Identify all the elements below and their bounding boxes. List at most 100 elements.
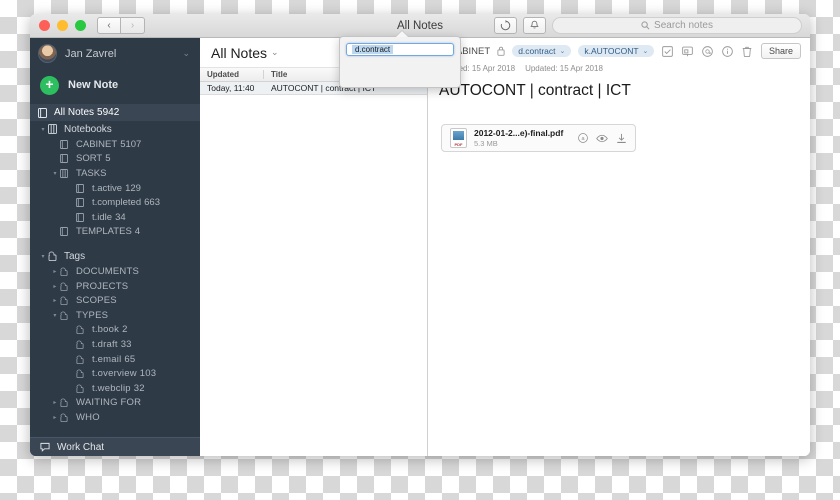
- search-icon: [641, 21, 650, 30]
- checkbox-icon[interactable]: [662, 45, 673, 57]
- account-name: Jan Zavrel: [65, 47, 117, 60]
- sidebar-item-t-email[interactable]: t.email 65: [30, 352, 200, 367]
- sidebar-item-types[interactable]: ▾ TYPES: [30, 308, 200, 323]
- notebooks-icon: [48, 124, 61, 134]
- sidebar-item-label: TEMPLATES: [76, 226, 132, 238]
- sidebar-item-count: 2: [122, 324, 128, 336]
- sidebar-item-t-book[interactable]: t.book 2: [30, 323, 200, 338]
- sidebar-section-tags[interactable]: ▾ Tags: [30, 248, 200, 264]
- preview-eye-icon[interactable]: [596, 134, 608, 143]
- sidebar-item-label: t.active: [92, 182, 123, 194]
- sidebar-item-t-idle[interactable]: t.idle 34: [30, 210, 200, 225]
- tag-icon: [60, 282, 73, 291]
- chevron-down-icon[interactable]: ⌄: [643, 47, 649, 55]
- chevron-down-icon[interactable]: ⌄: [182, 48, 190, 59]
- sidebar-item-count: 4: [134, 226, 141, 238]
- trash-icon[interactable]: [742, 46, 752, 57]
- attachment-size: 5.3 MB: [474, 138, 498, 148]
- annotate-icon[interactable]: a: [578, 133, 588, 143]
- search-input[interactable]: Search notes: [552, 17, 802, 34]
- column-header-title[interactable]: Title: [264, 70, 287, 79]
- work-chat-label: Work Chat: [57, 441, 105, 453]
- stack-icon: [60, 169, 73, 178]
- chevron-down-icon[interactable]: ⌄: [560, 47, 566, 55]
- sidebar-item-label: SCOPES: [76, 295, 117, 307]
- tag-icon: [76, 325, 89, 335]
- sidebar-item-templates[interactable]: TEMPLATES 4: [30, 225, 200, 240]
- share-button[interactable]: Share: [760, 43, 801, 59]
- disclosure-triangle-icon[interactable]: ▸: [50, 283, 60, 290]
- tag-token[interactable]: d.contract: [352, 45, 394, 54]
- disclosure-triangle-icon[interactable]: ▾: [38, 253, 48, 260]
- pdf-label: PDF: [454, 142, 463, 147]
- sidebar-item-count: 34: [115, 211, 126, 223]
- note-tag-label: d.contract: [518, 46, 556, 56]
- sync-icon[interactable]: [494, 17, 517, 34]
- disclosure-triangle-icon[interactable]: ▸: [50, 268, 60, 275]
- sidebar-item-label: TYPES: [76, 309, 109, 321]
- disclosure-triangle-icon[interactable]: ▸: [50, 414, 60, 421]
- bell-icon[interactable]: [523, 17, 546, 34]
- titlebar-actions: Search notes: [494, 17, 802, 34]
- sidebar-item-tasks[interactable]: ▾ TASKS: [30, 166, 200, 181]
- sidebar-section-notebooks[interactable]: ▾ Notebooks: [30, 121, 200, 137]
- sidebar-item-label: t.webclip: [92, 382, 131, 394]
- lock-icon[interactable]: [497, 46, 505, 56]
- note-detail-header: CABINET d.contract ⌄ k.AUTOCONT ⌄ Share: [428, 38, 810, 64]
- sidebar-item-all-notes[interactable]: All Notes 5942: [30, 104, 200, 121]
- sidebar-item-sort[interactable]: SORT 5: [30, 152, 200, 167]
- sidebar-item-count: 33: [120, 338, 132, 350]
- note-tag-label: k.AUTOCONT: [584, 46, 639, 56]
- new-note-button[interactable]: + New Note: [30, 69, 200, 101]
- sidebar-item-t-active[interactable]: t.active 129: [30, 181, 200, 196]
- note-meta: Created: 15 Apr 2018 Updated: 15 Apr 201…: [428, 64, 810, 73]
- chat-icon: [40, 442, 50, 452]
- svg-text:a: a: [581, 136, 585, 142]
- sidebar-item-label: CABINET: [76, 138, 118, 150]
- sidebar-item-work-chat[interactable]: Work Chat: [30, 437, 200, 456]
- tag-input[interactable]: d.contract: [346, 43, 454, 56]
- sidebar: Jan Zavrel ⌄ + New Note All Notes 5942 ▾: [30, 38, 200, 456]
- attachment-card[interactable]: PDF 2012-01-2...e)-final.pdf 5.3 MB a: [441, 124, 636, 152]
- sidebar-item-projects[interactable]: ▸ PROJECTS: [30, 279, 200, 294]
- tag-icon: [60, 398, 73, 408]
- info-icon[interactable]: [722, 45, 733, 57]
- attachment-actions: a: [578, 133, 627, 144]
- at-mention-icon[interactable]: [702, 45, 713, 57]
- note-title[interactable]: AUTOCONT | contract | ICT: [428, 73, 810, 100]
- sidebar-item-t-completed[interactable]: t.completed 663: [30, 195, 200, 210]
- sidebar-item-label: WHO: [76, 411, 100, 423]
- sidebar-item-label: t.email: [92, 353, 122, 365]
- sidebar-item-scopes[interactable]: ▸ SCOPES: [30, 293, 200, 308]
- notebook-icon: [60, 227, 73, 237]
- sidebar-item-who[interactable]: ▸ WHO: [30, 410, 200, 425]
- disclosure-triangle-icon[interactable]: ▾: [50, 312, 60, 319]
- sidebar-item-waiting-for[interactable]: ▸ WAITING FOR: [30, 396, 200, 411]
- disclosure-triangle-icon[interactable]: ▸: [50, 399, 60, 406]
- tag-icon: [60, 267, 73, 276]
- column-header-updated[interactable]: Updated: [200, 70, 264, 79]
- sidebar-item-t-overview[interactable]: t.overview 103: [30, 366, 200, 381]
- disclosure-triangle-icon[interactable]: ▸: [50, 297, 60, 304]
- chevron-down-icon[interactable]: ⌄: [271, 47, 279, 58]
- disclosure-triangle-icon[interactable]: ▾: [38, 126, 48, 133]
- window-body: Jan Zavrel ⌄ + New Note All Notes 5942 ▾: [30, 38, 810, 456]
- sidebar-item-count: 5107: [120, 138, 142, 150]
- note-tag-chip[interactable]: d.contract ⌄: [512, 45, 572, 57]
- tag-editor-popover[interactable]: d.contract: [339, 31, 461, 88]
- disclosure-triangle-icon[interactable]: ▾: [50, 170, 60, 177]
- note-actions: Share: [662, 43, 801, 59]
- sidebar-item-label: SORT: [76, 153, 103, 165]
- note-tag-chip[interactable]: k.AUTOCONT ⌄: [578, 45, 655, 57]
- sidebar-item-t-draft[interactable]: t.draft 33: [30, 337, 200, 352]
- presentation-icon[interactable]: [682, 46, 693, 57]
- download-icon[interactable]: [616, 133, 627, 144]
- sidebar-item-t-webclip[interactable]: t.webclip 32: [30, 381, 200, 396]
- sidebar-item-documents[interactable]: ▸ DOCUMENTS: [30, 264, 200, 279]
- app-window: ‹ › All Notes Search notes Jan Zavrel ⌄ …: [30, 14, 810, 456]
- notebook-icon: [76, 183, 89, 193]
- tag-icon: [76, 354, 89, 364]
- account-selector[interactable]: Jan Zavrel ⌄: [30, 38, 200, 69]
- sidebar-item-cabinet[interactable]: CABINET 5107: [30, 137, 200, 152]
- plus-circle-icon: +: [40, 75, 59, 95]
